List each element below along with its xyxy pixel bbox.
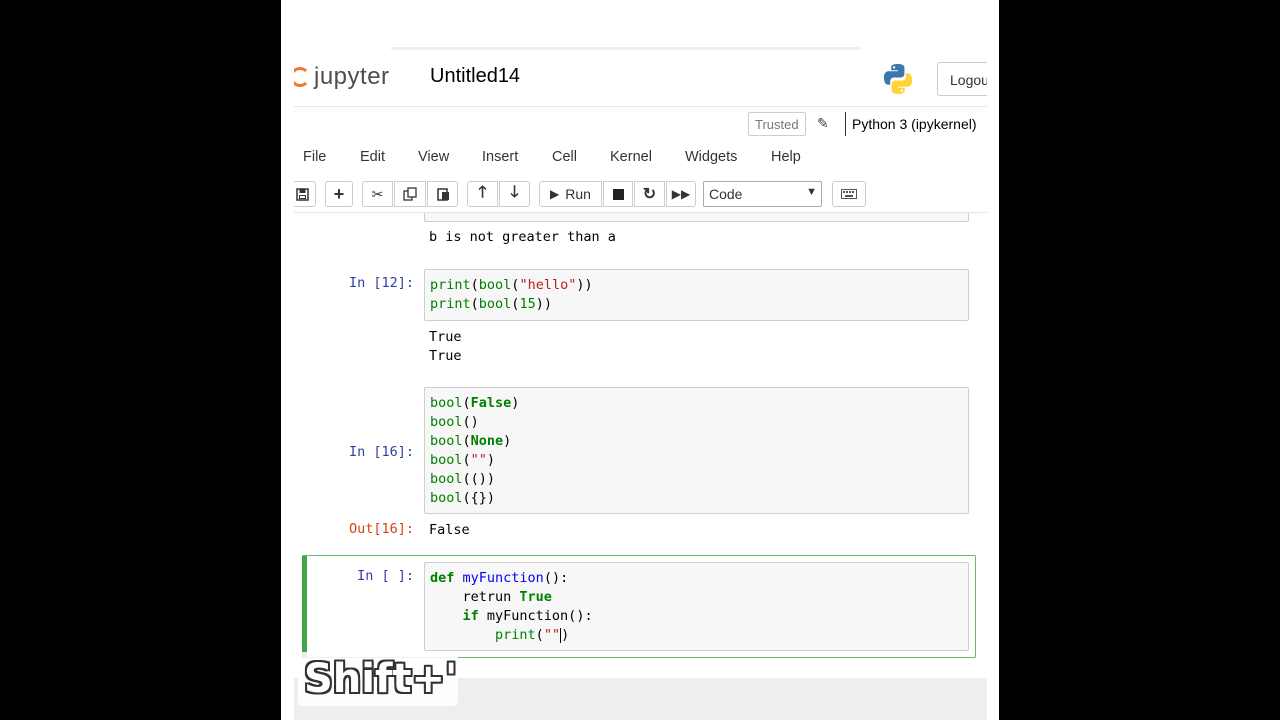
menu-edit[interactable]: Edit (360, 149, 385, 165)
status-row: Trusted ✎ Python 3 (ipykernel) (294, 106, 987, 142)
copy-button[interactable] (394, 181, 426, 207)
notebook-area: b is not greater than a In [12]: print(b… (294, 213, 987, 678)
python-logo-icon (884, 64, 912, 94)
code-line: bool("") (430, 452, 496, 468)
code-line: print(bool("hello")) (430, 277, 593, 293)
code-line: bool(()) (430, 471, 496, 487)
plus-icon: + (333, 183, 345, 204)
play-icon: ▶ (550, 187, 560, 201)
save-button[interactable] (294, 181, 316, 207)
chevron-down-icon: ▼ (806, 186, 817, 198)
stop-icon (612, 188, 624, 200)
browser-top-area (281, 0, 999, 56)
arrow-down-icon: 🡓 (510, 183, 519, 201)
pencil-icon[interactable]: ✎ (817, 115, 833, 131)
previous-cell-input[interactable] (424, 213, 969, 222)
notebook-name[interactable]: Untitled14 (430, 65, 520, 88)
command-palette-button[interactable] (832, 181, 866, 207)
cell16-out-prompt: Out[16]: (348, 521, 414, 537)
previous-cell-output: b is not greater than a (429, 229, 616, 245)
toolbar: + ✂ 🡑 🡓 ▶ Run ↻ ▶▶ Code ▼ (294, 177, 987, 213)
cell-type-value: Code (709, 186, 743, 202)
current-cell-prompt: In [ ]: (357, 568, 414, 584)
code-line: def myFunction(): (430, 570, 569, 586)
copy-icon (403, 187, 417, 201)
menu-help[interactable]: Help (771, 149, 801, 165)
cut-icon: ✂ (371, 185, 384, 202)
keyboard-icon (841, 189, 857, 199)
paste-icon (436, 188, 449, 201)
restart-button[interactable]: ↻ (634, 181, 665, 207)
cell-type-select[interactable]: Code ▼ (703, 181, 822, 207)
code-line: print("") (495, 627, 570, 643)
jupyter-ring-icon (294, 67, 310, 87)
cell12-output-line: True (429, 348, 462, 364)
logout-button[interactable]: Logou (937, 62, 987, 96)
header: jupyter Untitled14 Logou (294, 50, 987, 106)
code-line: print(bool(15)) (430, 296, 552, 312)
cell16-input[interactable]: bool(False) bool() bool(None) bool("") b… (424, 387, 969, 514)
code-line: retrun True (430, 589, 552, 605)
menu-widgets[interactable]: Widgets (685, 149, 737, 165)
move-up-button[interactable]: 🡑 (467, 181, 498, 207)
code-line: bool(None) (430, 433, 512, 449)
run-label: Run (565, 186, 591, 202)
paste-button[interactable] (427, 181, 458, 207)
keystroke-overlay: Shift+' (298, 652, 458, 706)
cell16-prompt: In [16]: (348, 444, 414, 460)
menu-kernel[interactable]: Kernel (610, 149, 652, 165)
trusted-indicator[interactable]: Trusted (748, 112, 806, 136)
menu-view[interactable]: View (418, 149, 449, 165)
interrupt-button[interactable] (603, 181, 633, 207)
cell12-prompt: In [12]: (348, 275, 414, 291)
cut-button[interactable]: ✂ (362, 181, 393, 207)
code-line: bool(False) (430, 395, 520, 411)
run-button[interactable]: ▶ Run (539, 181, 602, 207)
menu-insert[interactable]: Insert (482, 149, 518, 165)
insert-cell-button[interactable]: + (325, 181, 353, 207)
video-frame: jupyter Untitled14 Logou Trusted ✎ Pytho… (281, 0, 999, 720)
jupyter-logo[interactable]: jupyter (294, 62, 410, 92)
current-cell-input[interactable]: def myFunction(): retrun True if myFunct… (424, 562, 969, 651)
move-down-button[interactable]: 🡓 (499, 181, 530, 207)
arrow-up-icon: 🡑 (478, 183, 487, 201)
restart-icon: ↻ (642, 186, 657, 203)
text-cursor (560, 627, 562, 643)
cell12-output-line: True (429, 329, 462, 345)
code-line: if myFunction(): (462, 608, 593, 624)
jupyter-page: jupyter Untitled14 Logou Trusted ✎ Pytho… (294, 50, 987, 720)
kernel-name[interactable]: Python 3 (ipykernel) (852, 116, 977, 132)
fast-forward-icon: ▶▶ (671, 187, 691, 201)
menubar: File Edit View Insert Cell Kernel Widget… (294, 142, 987, 174)
menu-cell[interactable]: Cell (552, 149, 577, 165)
code-line: bool({}) (430, 490, 496, 506)
kernel-separator (845, 112, 846, 136)
cell16-output: False (429, 522, 470, 538)
menu-file[interactable]: File (303, 149, 326, 165)
save-icon (295, 187, 309, 201)
code-line: bool() (430, 414, 479, 430)
cell12-input[interactable]: print(bool("hello")) print(bool(15)) (424, 269, 969, 321)
logo-text: jupyter (314, 63, 390, 90)
restart-run-all-button[interactable]: ▶▶ (666, 181, 696, 207)
